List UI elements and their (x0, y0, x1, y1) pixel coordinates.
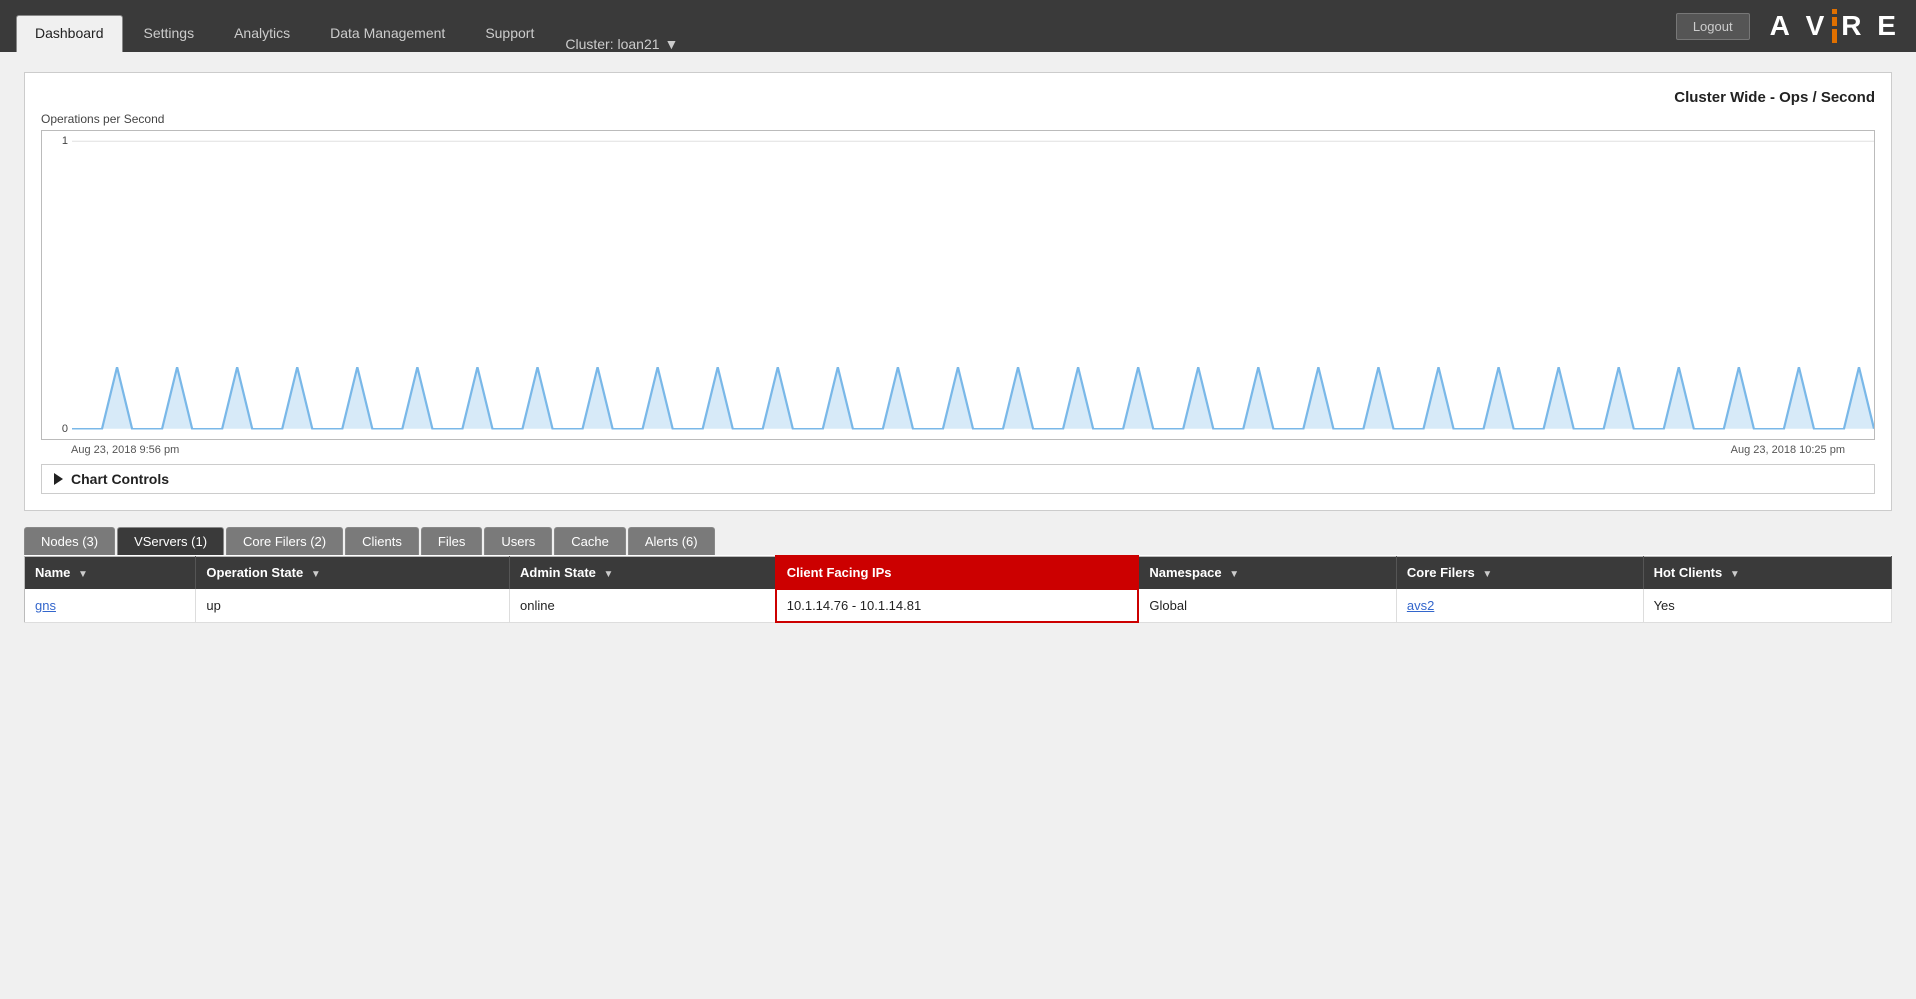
tab-dashboard[interactable]: Dashboard (16, 15, 123, 52)
cell-admin-state: online (510, 589, 776, 622)
main-content: Cluster Wide - Ops / Second Operations p… (0, 52, 1916, 643)
tab-settings[interactable]: Settings (125, 15, 214, 52)
sort-arrow-icon: ▼ (1229, 569, 1239, 580)
timestamp-end: Aug 23, 2018 10:25 pm (1731, 444, 1845, 456)
col-name[interactable]: Name ▼ (25, 556, 196, 589)
chart-y-axis: 1 0 (42, 131, 72, 439)
tab-core-filers[interactable]: Core Filers (2) (226, 527, 343, 555)
header-right: Logout A V R E (1676, 9, 1900, 43)
chart-controls-label: Chart Controls (71, 471, 169, 487)
y-label-top: 1 (42, 135, 72, 147)
vservers-table: Name ▼ Operation State ▼ Admin State ▼ C… (24, 555, 1892, 623)
nav-tabs: Dashboard Settings Analytics Data Manage… (16, 0, 678, 52)
vserver-name-link[interactable]: gns (35, 598, 56, 613)
tab-users[interactable]: Users (484, 527, 552, 555)
chart-title: Operations per Second (41, 112, 1875, 126)
cluster-label: Cluster: loan21 (565, 36, 659, 52)
tab-files[interactable]: Files (421, 527, 482, 555)
sort-arrow-icon: ▼ (604, 569, 614, 580)
sort-arrow-icon: ▼ (78, 569, 88, 580)
logout-button[interactable]: Logout (1676, 13, 1750, 40)
triangle-right-icon (54, 473, 63, 485)
col-client-facing-ips[interactable]: Client Facing IPs (776, 556, 1139, 589)
sort-arrow-icon: ▼ (1482, 569, 1492, 580)
table-section: Nodes (3) VServers (1) Core Filers (2) C… (24, 527, 1892, 623)
chart-svg (72, 131, 1874, 439)
sort-arrow-icon: ▼ (311, 569, 321, 580)
chart-container: 1 0 (41, 130, 1875, 440)
core-filers-link[interactable]: avs2 (1407, 598, 1434, 613)
tab-row: Nodes (3) VServers (1) Core Filers (2) C… (24, 527, 1892, 555)
tab-analytics[interactable]: Analytics (215, 15, 309, 52)
chart-controls[interactable]: Chart Controls (41, 464, 1875, 494)
tab-vservers[interactable]: VServers (1) (117, 527, 224, 555)
avere-logo: A V R E (1770, 9, 1900, 43)
chart-section: Cluster Wide - Ops / Second Operations p… (24, 72, 1892, 511)
header: Dashboard Settings Analytics Data Manage… (0, 0, 1916, 52)
col-hot-clients[interactable]: Hot Clients ▼ (1643, 556, 1891, 589)
tab-alerts[interactable]: Alerts (6) (628, 527, 715, 555)
cluster-selector[interactable]: Cluster: loan21 ▼ (565, 36, 678, 52)
dropdown-arrow-icon: ▼ (665, 36, 679, 52)
col-operation-state[interactable]: Operation State ▼ (196, 556, 510, 589)
cell-client-facing-ips: 10.1.14.76 - 10.1.14.81 (776, 589, 1139, 622)
cell-core-filers: avs2 (1396, 589, 1643, 622)
timestamp-start: Aug 23, 2018 9:56 pm (71, 444, 179, 456)
cell-hot-clients: Yes (1643, 589, 1891, 622)
col-namespace[interactable]: Namespace ▼ (1138, 556, 1396, 589)
tab-data-management[interactable]: Data Management (311, 15, 464, 52)
logo-bar-icon (1832, 9, 1837, 43)
tab-cache[interactable]: Cache (554, 527, 626, 555)
sort-arrow-icon: ▼ (1730, 569, 1740, 580)
table-header-row: Name ▼ Operation State ▼ Admin State ▼ C… (25, 556, 1892, 589)
tab-clients[interactable]: Clients (345, 527, 419, 555)
cell-name: gns (25, 589, 196, 622)
y-label-bottom: 0 (42, 423, 72, 435)
chart-timestamps: Aug 23, 2018 9:56 pm Aug 23, 2018 10:25 … (41, 444, 1875, 456)
tab-support[interactable]: Support (466, 15, 553, 52)
col-admin-state[interactable]: Admin State ▼ (510, 556, 776, 589)
table-row: gns up online 10.1.14.76 - 10.1.14.81 Gl… (25, 589, 1892, 622)
chart-wide-title: Cluster Wide - Ops / Second (41, 89, 1875, 106)
cell-operation-state: up (196, 589, 510, 622)
col-core-filers[interactable]: Core Filers ▼ (1396, 556, 1643, 589)
cell-namespace: Global (1138, 589, 1396, 622)
tab-nodes[interactable]: Nodes (3) (24, 527, 115, 555)
